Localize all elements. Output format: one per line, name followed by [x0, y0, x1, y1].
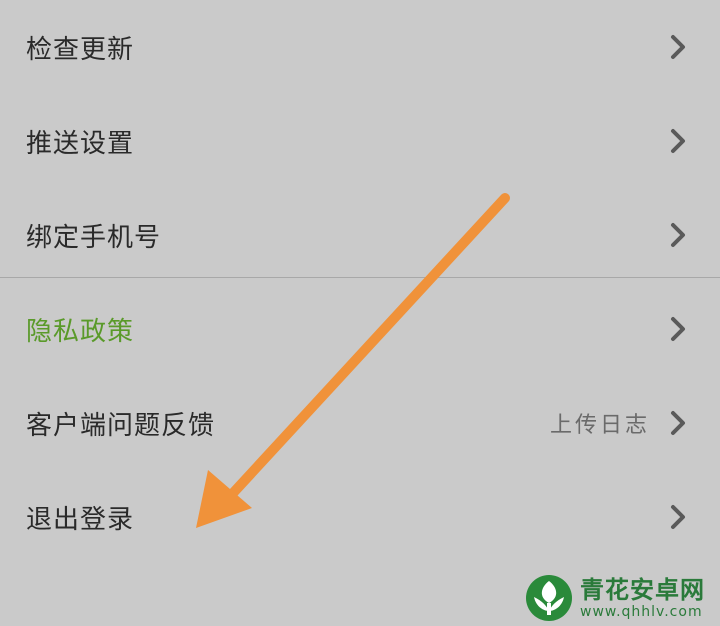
menu-item-label: 检查更新: [26, 34, 135, 65]
menu-item-bind-phone[interactable]: 绑定手机号: [0, 188, 720, 282]
menu-item-label: 绑定手机号: [26, 222, 162, 253]
chevron-right-icon: [671, 35, 685, 59]
chevron-right-icon: [671, 411, 685, 435]
menu-item-label: 退出登录: [26, 504, 135, 535]
chevron-right-icon: [671, 505, 685, 529]
chevron-right-icon: [671, 129, 685, 153]
menu-item-logout[interactable]: 退出登录: [0, 470, 720, 564]
leaf-logo-icon: [526, 575, 572, 621]
watermark-text: 青花安卓网 www.qhhlv.com: [580, 576, 705, 620]
settings-screen: 检查更新 推送设置 绑定手机号 隐私政策 客户端问题反馈 上传日志 退出登录 青…: [0, 0, 720, 626]
chevron-right-icon: [671, 223, 685, 247]
section-divider: [0, 277, 720, 278]
menu-item-check-update[interactable]: 检查更新: [0, 0, 720, 94]
menu-item-label: 客户端问题反馈: [26, 410, 216, 441]
chevron-right-icon: [671, 317, 685, 341]
menu-item-label: 隐私政策: [26, 316, 135, 347]
upload-log-value: 上传日志: [549, 413, 650, 438]
menu-item-feedback[interactable]: 客户端问题反馈 上传日志: [0, 376, 720, 470]
menu-item-label: 推送设置: [26, 128, 135, 159]
menu-item-privacy-policy[interactable]: 隐私政策: [0, 282, 720, 376]
watermark-title: 青花安卓网: [580, 576, 705, 604]
watermark-url: www.qhhlv.com: [580, 604, 703, 620]
menu-item-push-settings[interactable]: 推送设置: [0, 94, 720, 188]
watermark: 青花安卓网 www.qhhlv.com: [524, 572, 714, 624]
